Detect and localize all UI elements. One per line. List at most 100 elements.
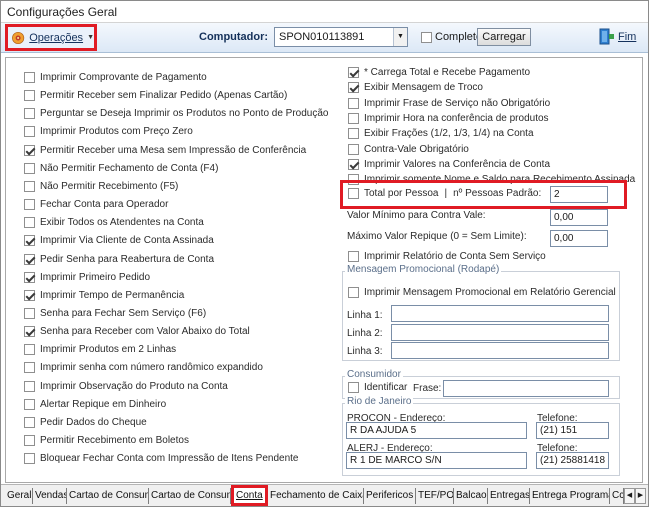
- left-option-row[interactable]: Imprimir Via Cliente de Conta Assinada: [24, 235, 214, 246]
- left-option-row[interactable]: Perguntar se Deseja Imprimir os Produtos…: [24, 108, 329, 119]
- option-checkbox[interactable]: [24, 126, 35, 137]
- right-option-row[interactable]: Contra-Vale Obrigatório: [348, 144, 469, 155]
- option-checkbox[interactable]: [24, 163, 35, 174]
- option-checkbox[interactable]: [24, 181, 35, 192]
- total-pessoa-checkbox[interactable]: [348, 188, 359, 199]
- option-label: Contra-Vale Obrigatório: [364, 144, 469, 155]
- left-option-row[interactable]: Fechar Conta para Operador: [24, 199, 168, 210]
- operacoes-menu-button[interactable]: Operações ▼: [5, 24, 97, 51]
- option-checkbox[interactable]: [24, 290, 35, 301]
- option-checkbox[interactable]: [348, 113, 359, 124]
- option-checkbox[interactable]: [24, 199, 35, 210]
- left-option-row[interactable]: Permitir Recebimento em Boletos: [24, 435, 189, 446]
- alerj-input[interactable]: R 1 DE MARCO S/N: [346, 452, 527, 469]
- completo-checkbox-row[interactable]: Completo: [421, 31, 482, 43]
- option-checkbox[interactable]: [24, 145, 35, 156]
- tab-balcao[interactable]: Balcao: [454, 488, 488, 504]
- option-checkbox[interactable]: [24, 272, 35, 283]
- option-checkbox[interactable]: [348, 159, 359, 170]
- option-checkbox[interactable]: [24, 108, 35, 119]
- option-checkbox[interactable]: [24, 217, 35, 228]
- dropdown-arrow-icon[interactable]: ▼: [393, 28, 407, 46]
- tab-conta[interactable]: Conta: [231, 485, 268, 506]
- option-checkbox[interactable]: [24, 362, 35, 373]
- identificar-row[interactable]: Identificar: [348, 382, 407, 393]
- left-option-row[interactable]: Senha para Fechar Sem Serviço (F6): [24, 308, 206, 319]
- left-option-row[interactable]: Imprimir Comprovante de Pagamento: [24, 72, 207, 83]
- left-option-row[interactable]: Imprimir senha com número randômico expa…: [24, 362, 263, 373]
- tab-entregas[interactable]: Entregas: [488, 488, 530, 504]
- fim-button[interactable]: Fim: [599, 28, 636, 45]
- frase-input[interactable]: [443, 380, 609, 397]
- left-option-row[interactable]: Imprimir Primeiro Pedido: [24, 272, 150, 283]
- tab-scroll-right-icon[interactable]: ▶: [635, 488, 646, 504]
- left-option-row[interactable]: Exibir Todos os Atendentes na Conta: [24, 217, 204, 228]
- carregar-button[interactable]: Carregar: [477, 28, 531, 46]
- mensagem-promocional-checkbox[interactable]: [348, 287, 359, 298]
- right-option-row[interactable]: Imprimir Valores na Conferência de Conta: [348, 159, 550, 170]
- tab-tef-pos[interactable]: TEF/POS: [416, 488, 454, 504]
- tab-perifericos[interactable]: Perifericos: [364, 488, 416, 504]
- option-checkbox[interactable]: [348, 82, 359, 93]
- mensagem-promocional-row[interactable]: Imprimir Mensagem Promocional em Relatór…: [348, 287, 616, 298]
- tab-vendas[interactable]: Vendas: [33, 488, 67, 504]
- tab-cc[interactable]: Cc: [610, 488, 624, 504]
- option-checkbox[interactable]: [24, 308, 35, 319]
- option-checkbox[interactable]: [24, 90, 35, 101]
- procon-tel-input[interactable]: (21) 151: [536, 422, 609, 439]
- linha2-input[interactable]: [391, 324, 609, 341]
- left-option-row[interactable]: Imprimir Produtos em 2 Linhas: [24, 344, 176, 355]
- option-checkbox[interactable]: [24, 344, 35, 355]
- computador-select[interactable]: SPON010113891 ▼: [274, 27, 408, 47]
- tab-entrega-programada[interactable]: Entrega Programada: [530, 488, 610, 504]
- left-option-row[interactable]: Permitir Receber uma Mesa sem Impressão …: [24, 145, 306, 156]
- option-checkbox[interactable]: [24, 435, 35, 446]
- left-option-row[interactable]: Imprimir Produtos com Preço Zero: [24, 126, 193, 137]
- left-option-row[interactable]: Alertar Repique em Dinheiro: [24, 399, 166, 410]
- option-checkbox[interactable]: [24, 254, 35, 265]
- linha1-input[interactable]: [391, 305, 609, 322]
- option-checkbox[interactable]: [24, 235, 35, 246]
- relatorio-sem-servico-checkbox[interactable]: [348, 251, 359, 262]
- tab-cartao-de-consumo[interactable]: Cartao de Consumo: [149, 488, 231, 504]
- procon-input[interactable]: R DA AJUDA 5: [346, 422, 527, 439]
- option-checkbox[interactable]: [348, 98, 359, 109]
- right-option-row[interactable]: Imprimir Frase de Serviço não Obrigatóri…: [348, 98, 550, 109]
- option-checkbox[interactable]: [24, 381, 35, 392]
- pessoas-padrao-input[interactable]: 2: [550, 186, 608, 203]
- valor-repique-input[interactable]: 0,00: [550, 230, 608, 247]
- left-option-row[interactable]: Não Permitir Fechamento de Conta (F4): [24, 163, 218, 174]
- left-option-row[interactable]: Imprimir Tempo de Permanência: [24, 290, 184, 301]
- option-checkbox[interactable]: [348, 128, 359, 139]
- option-checkbox[interactable]: [24, 72, 35, 83]
- right-option-row[interactable]: Exibir Frações (1/2, 1/3, 1/4) na Conta: [348, 128, 534, 139]
- right-option-row[interactable]: Exibir Mensagem de Troco: [348, 82, 483, 93]
- left-option-row[interactable]: Permitir Receber sem Finalizar Pedido (A…: [24, 90, 287, 101]
- left-option-row[interactable]: Pedir Dados do Cheque: [24, 417, 147, 428]
- tab-scroll-left-icon[interactable]: ◀: [624, 488, 635, 504]
- option-checkbox[interactable]: [24, 399, 35, 410]
- alerj-tel-input[interactable]: (21) 25881418: [536, 452, 609, 469]
- option-checkbox[interactable]: [348, 144, 359, 155]
- option-checkbox[interactable]: [24, 417, 35, 428]
- left-option-row[interactable]: Senha para Receber com Valor Abaixo do T…: [24, 326, 250, 337]
- total-pessoa-row[interactable]: Total por Pessoa | nº Pessoas Padrão:: [348, 188, 541, 199]
- option-checkbox[interactable]: [24, 453, 35, 464]
- tab-geral[interactable]: Geral: [5, 488, 33, 504]
- option-checkbox[interactable]: [24, 326, 35, 337]
- left-option-row[interactable]: Pedir Senha para Reabertura de Conta: [24, 254, 214, 265]
- left-option-row[interactable]: Bloquear Fechar Conta com Impressão de I…: [24, 453, 298, 464]
- left-option-row[interactable]: Não Permitir Recebimento (F5): [24, 181, 178, 192]
- tab-fechamento-de-caixa[interactable]: Fechamento de Caixa: [268, 488, 364, 504]
- option-checkbox[interactable]: [348, 67, 359, 78]
- relatorio-sem-servico-row[interactable]: Imprimir Relatório de Conta Sem Serviço: [348, 251, 546, 262]
- right-option-row[interactable]: Imprimir Hora na conferência de produtos: [348, 113, 549, 124]
- linha3-input[interactable]: [391, 342, 609, 359]
- tab-cartao-de-consumo[interactable]: Cartao de Consumo: [67, 488, 149, 504]
- completo-checkbox[interactable]: [421, 31, 432, 43]
- option-label: Imprimir Valores na Conferência de Conta: [364, 159, 551, 170]
- identificar-checkbox[interactable]: [348, 382, 359, 393]
- left-option-row[interactable]: Imprimir Observação do Produto na Conta: [24, 381, 228, 392]
- valor-minimo-input[interactable]: 0,00: [550, 209, 608, 226]
- right-option-row[interactable]: * Carrega Total e Recebe Pagamento: [348, 67, 530, 78]
